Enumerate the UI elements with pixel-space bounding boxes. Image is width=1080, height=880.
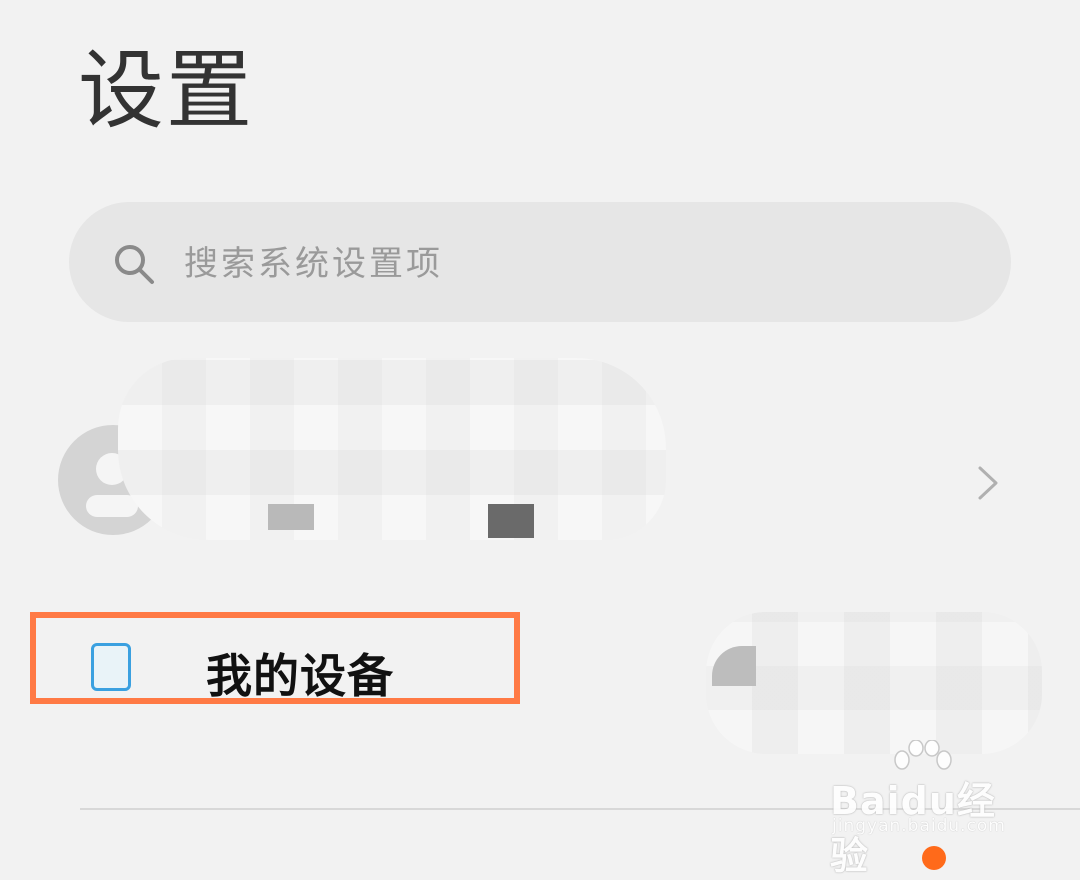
my-device-label: 我的设备 bbox=[206, 649, 394, 703]
search-icon[interactable] bbox=[112, 242, 156, 286]
redacted-block bbox=[268, 504, 314, 530]
avatar-body bbox=[86, 495, 138, 517]
chevron-right-icon[interactable] bbox=[972, 462, 1002, 504]
redacted-device-info bbox=[706, 612, 1042, 754]
redacted-account-info bbox=[118, 358, 666, 540]
device-icon bbox=[91, 643, 131, 691]
watermark: Baidu经验 jingyan.baidu.com bbox=[830, 740, 1030, 878]
page-title: 设置 bbox=[78, 41, 254, 141]
watermark-url: jingyan.baidu.com bbox=[832, 816, 1006, 836]
search-input[interactable] bbox=[184, 236, 944, 292]
notification-dot bbox=[922, 846, 946, 870]
redacted-block bbox=[488, 504, 534, 538]
